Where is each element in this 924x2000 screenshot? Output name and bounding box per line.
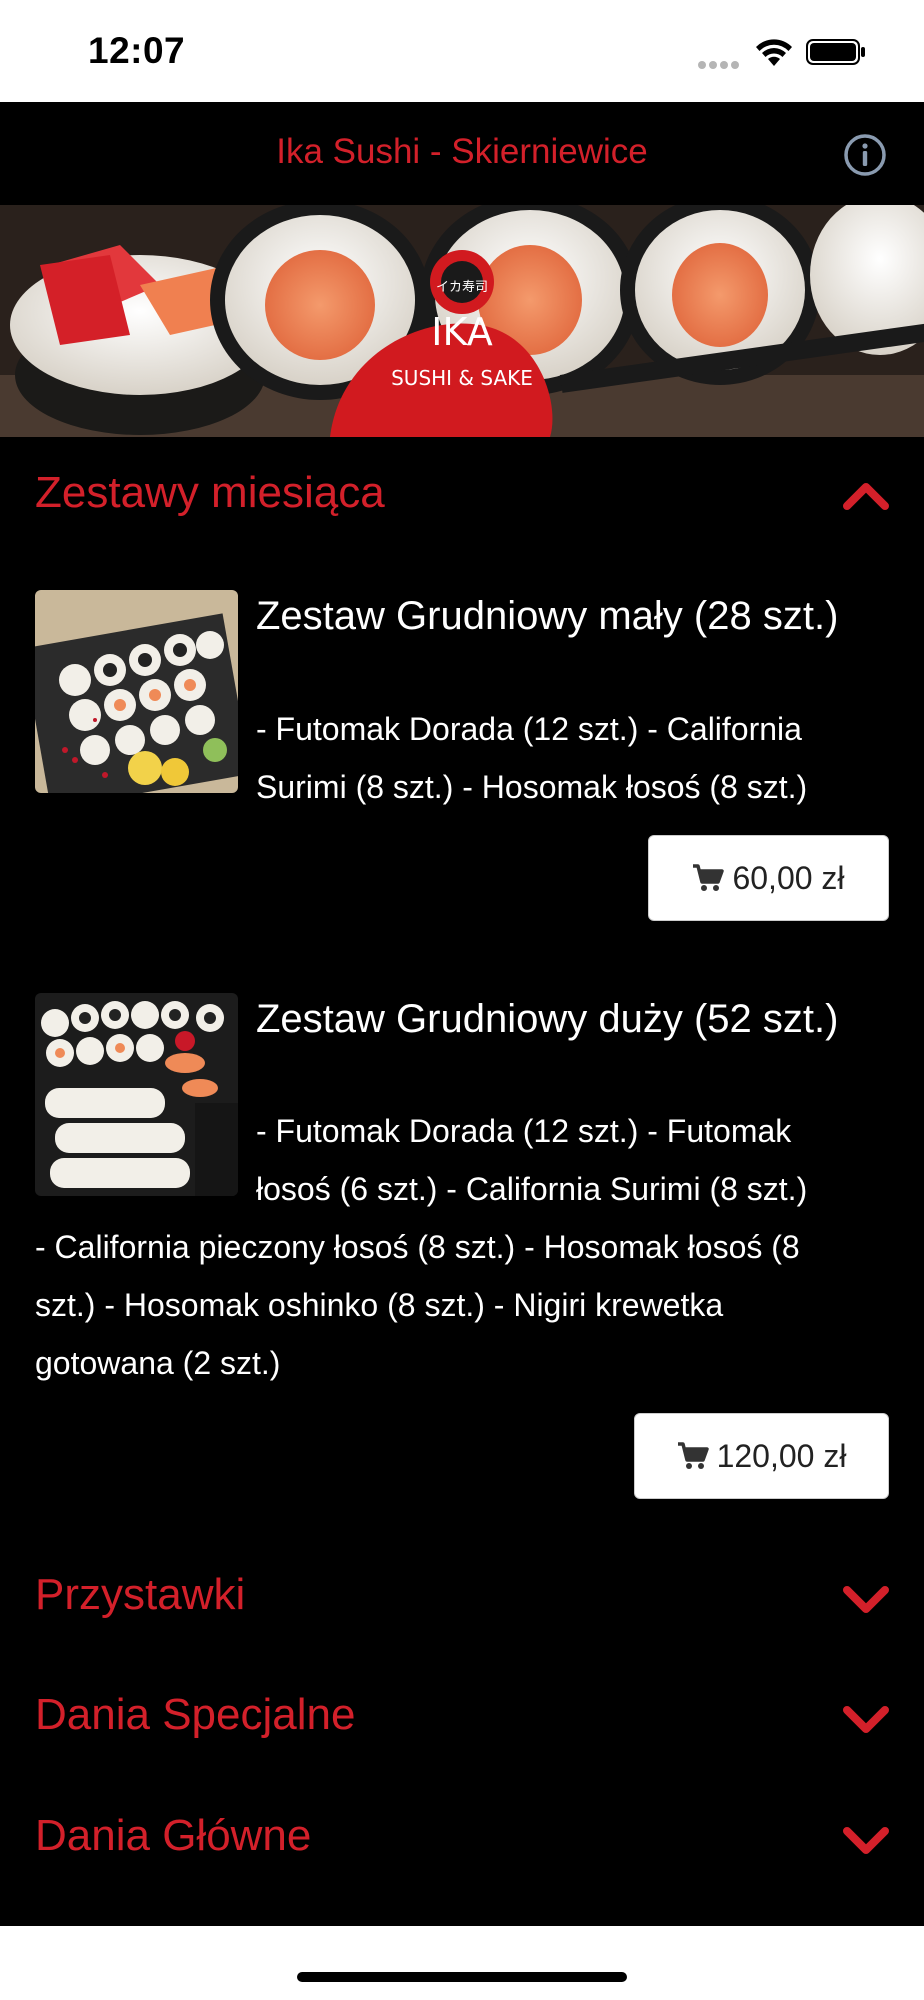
- logo-text: IKA: [431, 310, 492, 354]
- chevron-up-icon: [843, 483, 889, 510]
- price-label-2: 120,00 zł: [716, 1437, 847, 1474]
- logo-subtext: SUSHI & SAKE: [391, 366, 533, 390]
- battery-icon: [806, 39, 865, 65]
- item-thumbnail-2[interactable]: [35, 993, 238, 1196]
- cart-icon: [677, 1442, 709, 1469]
- add-to-cart-button-1[interactable]: 60,00 zł: [648, 835, 889, 921]
- cart-icon: [693, 864, 725, 891]
- section-title: Przystawki: [35, 1570, 246, 1619]
- logo-kanji: イカ寿司: [436, 280, 488, 295]
- item-desc-1-line1: - Futomak Dorada (12 szt.) - California: [256, 711, 802, 747]
- bottom-safe-area: [0, 1926, 924, 2000]
- sushi-set-image: [35, 590, 238, 793]
- item-name-1: Zestaw Grudniowy mały (28 szt.): [256, 594, 839, 638]
- section-header-zestawy[interactable]: Zestawy miesiąca: [0, 450, 924, 540]
- item-desc-2-line1: - Futomak Dorada (12 szt.) - Futomak: [256, 1113, 792, 1149]
- chevron-down-icon: [843, 1586, 889, 1613]
- item-desc-2-line2: łosoś (6 szt.) - California Surimi (8 sz…: [256, 1171, 808, 1207]
- chevron-down-icon: [843, 1827, 889, 1854]
- home-indicator[interactable]: [297, 1972, 627, 1982]
- item-desc-2-line4: szt.) - Hosomak oshinko (8 szt.) - Nigir…: [35, 1287, 724, 1323]
- section-title: Dania Główne: [35, 1811, 312, 1860]
- section-header-dania-specjalne[interactable]: Dania Specjalne: [0, 1670, 924, 1760]
- sushi-set-image: [35, 993, 238, 1196]
- item-desc-2-line5: gotowana (2 szt.): [35, 1345, 281, 1381]
- info-circle-icon[interactable]: [843, 133, 887, 177]
- chevron-down-icon: [843, 1706, 889, 1733]
- item-thumbnail-1[interactable]: [35, 590, 238, 793]
- status-time: 12:07: [88, 30, 186, 71]
- section-header-dania-glowne[interactable]: Dania Główne: [0, 1791, 924, 1881]
- item-name-2: Zestaw Grudniowy duży (52 szt.): [256, 997, 839, 1041]
- app-header: Ika Sushi - Skierniewice: [0, 102, 924, 205]
- sushi-banner-image: イカ寿司 IKA SUSHI & SAKE: [0, 205, 924, 437]
- status-bar: 12:07: [0, 0, 924, 102]
- price-label-1: 60,00 zł: [732, 859, 845, 896]
- item-desc-2-line3: - California pieczony łosoś (8 szt.) - H…: [35, 1229, 800, 1265]
- section-title: Zestawy miesiąca: [35, 468, 385, 517]
- add-to-cart-button-2[interactable]: 120,00 zł: [634, 1413, 889, 1499]
- hero-banner: イカ寿司 IKA SUSHI & SAKE: [0, 205, 924, 437]
- header-title: Ika Sushi - Skierniewice: [276, 132, 648, 171]
- wifi-icon: [756, 39, 792, 66]
- signal-icon: [698, 56, 742, 69]
- section-header-przystawki[interactable]: Przystawki: [0, 1550, 924, 1640]
- section-title: Dania Specjalne: [35, 1690, 356, 1739]
- item-desc-1-line2: Surimi (8 szt.) - Hosomak łosoś (8 szt.): [256, 769, 808, 805]
